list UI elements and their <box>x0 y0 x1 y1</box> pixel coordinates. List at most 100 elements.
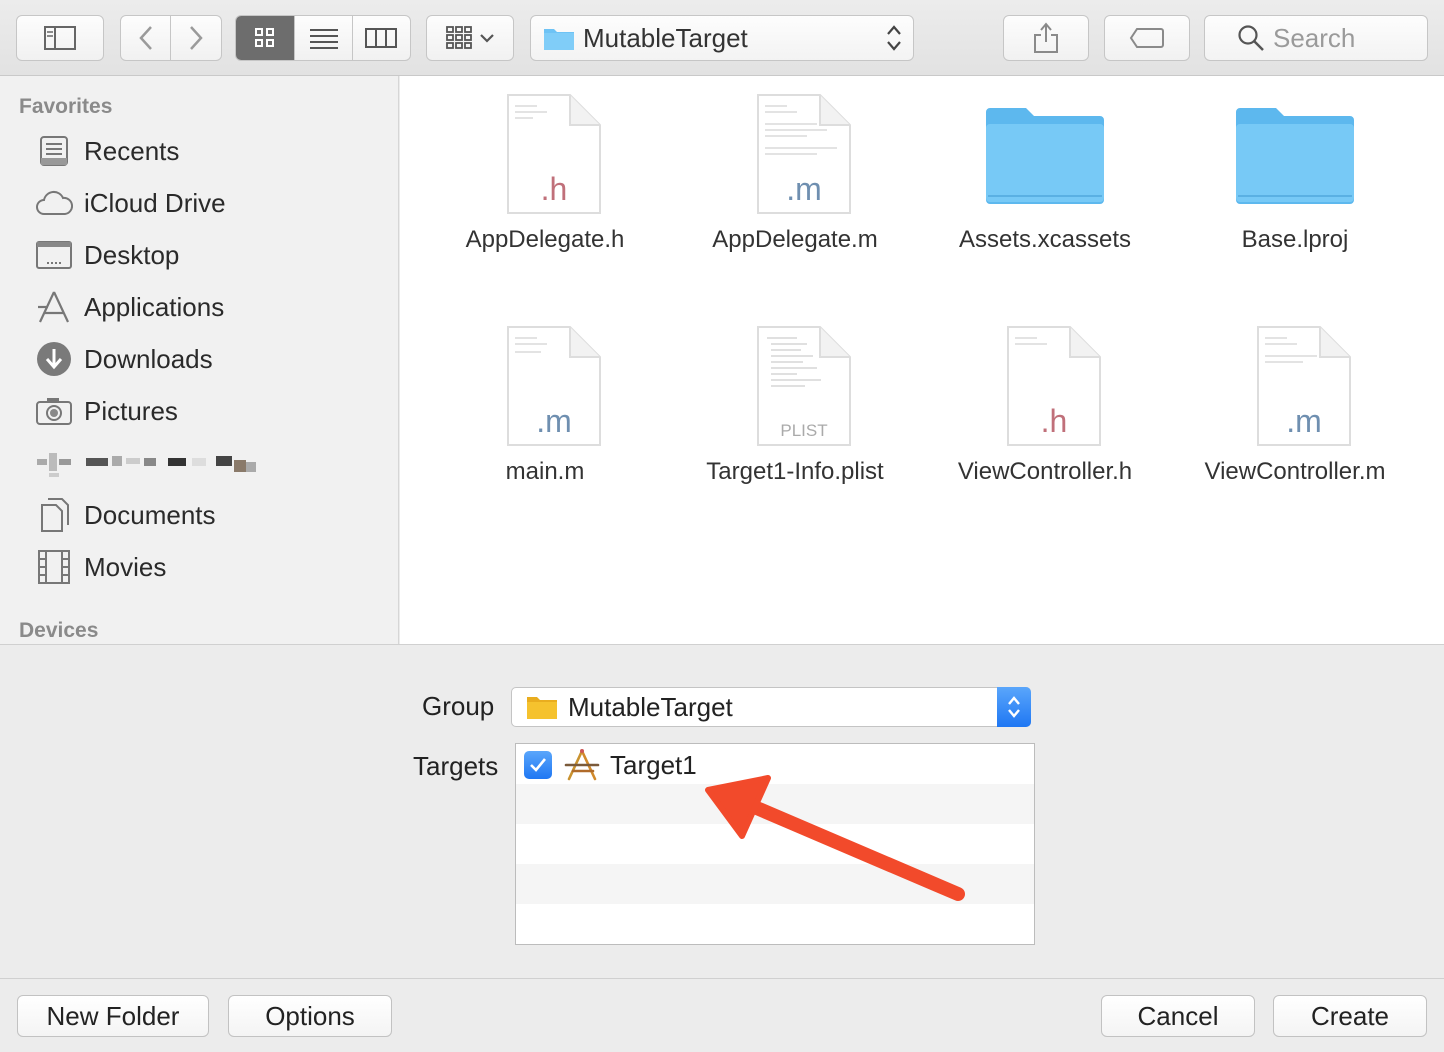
path-popup[interactable]: MutableTarget <box>530 15 914 61</box>
file-name: Target1-Info.plist <box>706 458 884 485</box>
cloud-icon <box>34 183 74 223</box>
file-item-viewcontroller-m[interactable]: .m ViewController.m <box>1170 308 1420 508</box>
share-button[interactable] <box>1003 15 1089 61</box>
download-icon <box>34 339 74 379</box>
file-item-main-m[interactable]: .m main.m <box>420 308 670 508</box>
folder-item-assets-xcassets[interactable]: Assets.xcassets <box>920 76 1170 276</box>
sidebar-icon <box>44 26 76 50</box>
sidebar-item-pictures[interactable]: Pictures <box>34 389 178 433</box>
sidebar-item-label: Downloads <box>84 343 213 374</box>
folder-icon <box>986 108 1104 204</box>
group-popup[interactable]: MutableTarget <box>511 687 1031 727</box>
svg-text:.m: .m <box>786 171 822 207</box>
target-name: Target1 <box>610 749 697 780</box>
svg-text:.m: .m <box>536 403 572 439</box>
list-row <box>516 824 1034 864</box>
create-button[interactable]: Create <box>1273 995 1427 1037</box>
sidebar-item-label: Movies <box>84 551 167 582</box>
forward-button[interactable] <box>171 16 221 60</box>
redacted-label <box>86 456 256 472</box>
sidebar-item-redacted[interactable] <box>34 441 264 485</box>
desktop-icon <box>34 235 74 275</box>
group-label: Group <box>422 691 495 721</box>
column-view-button[interactable] <box>353 16 410 60</box>
sidebar-item-label: Pictures <box>84 395 178 426</box>
sidebar: Favorites Recents iCloud Drive Desktop A… <box>0 76 399 644</box>
svg-text:.m: .m <box>1286 403 1322 439</box>
documents-icon <box>34 495 74 535</box>
list-view-button[interactable] <box>295 16 353 60</box>
cancel-button[interactable]: Cancel <box>1101 995 1255 1037</box>
file-item-target1-info-plist[interactable]: PLIST Target1-Info.plist <box>670 308 920 508</box>
header-file-icon: .h <box>507 94 601 214</box>
column-view-icon <box>365 28 398 48</box>
source-file-icon: .m <box>1257 326 1351 446</box>
file-name: main.m <box>505 458 585 485</box>
folder-item-base-lproj[interactable]: Base.lproj <box>1170 76 1420 276</box>
sidebar-item-downloads[interactable]: Downloads <box>34 337 213 381</box>
target-item-target1: Target1 <box>524 748 697 782</box>
recents-icon <box>34 131 74 171</box>
sidebar-item-label: Documents <box>84 499 216 530</box>
share-icon <box>1034 22 1058 53</box>
new-folder-button[interactable]: New Folder <box>17 995 209 1037</box>
chevron-right-icon <box>190 26 203 50</box>
favorites-header: Favorites <box>19 95 113 118</box>
file-item-appdelegate-h[interactable]: .h AppDelegate.h <box>420 76 670 276</box>
group-stepper[interactable] <box>997 687 1031 727</box>
checkmark-icon <box>530 758 547 772</box>
file-name: Assets.xcassets <box>958 226 1132 253</box>
options-button[interactable]: Options <box>228 995 392 1037</box>
search-input[interactable]: Search <box>1204 15 1428 61</box>
targets-list: Target1 <box>515 743 1035 945</box>
file-name: AppDelegate.h <box>465 226 625 253</box>
file-name: Base.lproj <box>1241 226 1349 253</box>
sidebar-item-label: iCloud Drive <box>84 187 226 218</box>
grid-arrange-icon <box>446 26 494 49</box>
bottom-bar: New Folder Options Cancel Create <box>0 978 1444 1052</box>
list-row <box>516 904 1034 944</box>
targets-label: Targets <box>413 751 499 781</box>
file-browser: .h AppDelegate.h .m AppDelegate.m Assets… <box>400 76 1444 644</box>
sidebar-item-icloud-drive[interactable]: iCloud Drive <box>34 181 226 225</box>
source-file-icon: .m <box>757 94 851 214</box>
list-row <box>516 784 1034 824</box>
arrange-button[interactable] <box>426 15 514 61</box>
sidebar-item-label: Recents <box>84 135 180 166</box>
sidebar-item-label: Applications <box>84 291 225 322</box>
chevron-left-icon <box>138 26 152 50</box>
chevron-updown-icon <box>887 25 901 51</box>
tag-icon <box>1129 28 1164 48</box>
plist-file-icon: PLIST <box>757 326 851 446</box>
sidebar-item-documents[interactable]: Documents <box>34 493 216 537</box>
film-icon <box>34 547 74 587</box>
source-file-icon: .m <box>507 326 601 446</box>
file-item-appdelegate-m[interactable]: .m AppDelegate.m <box>670 76 920 276</box>
toolbar: MutableTarget Search <box>0 0 1444 76</box>
applications-icon <box>34 287 74 327</box>
sidebar-item-recents[interactable]: Recents <box>34 129 179 173</box>
icon-view-button[interactable] <box>236 16 296 60</box>
back-button[interactable] <box>121 16 172 60</box>
path-label: MutableTarget <box>583 22 748 53</box>
target-checkbox[interactable] <box>524 751 552 779</box>
file-name: ViewController.h <box>957 458 1133 485</box>
sidebar-item-desktop[interactable]: Desktop <box>34 233 179 277</box>
sidebar-item-label: Desktop <box>84 239 180 270</box>
svg-text:PLIST: PLIST <box>780 421 827 440</box>
file-name: ViewController.m <box>1204 458 1386 485</box>
svg-text:.h: .h <box>1041 403 1068 439</box>
sidebar-toggle-button[interactable] <box>16 15 104 61</box>
app-target-icon <box>564 749 600 781</box>
folder-icon <box>1236 108 1354 204</box>
file-name: AppDelegate.m <box>712 226 878 253</box>
sidebar-item-movies[interactable]: Movies <box>34 545 166 589</box>
sidebar-item-applications[interactable]: Applications <box>34 285 224 329</box>
folder-icon <box>544 29 574 50</box>
redacted-icon <box>34 443 74 483</box>
svg-text:.h: .h <box>541 171 568 207</box>
file-item-viewcontroller-h[interactable]: .h ViewController.h <box>920 308 1170 508</box>
tag-button[interactable] <box>1104 15 1190 61</box>
devices-header: Devices <box>19 619 99 642</box>
nav-buttons <box>120 15 222 61</box>
